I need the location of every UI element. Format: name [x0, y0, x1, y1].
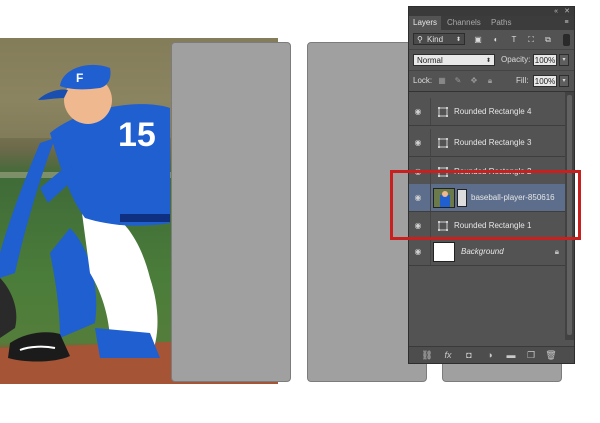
divider — [430, 129, 431, 156]
svg-text:15: 15 — [118, 116, 156, 154]
fill-label: Fill: — [516, 76, 529, 85]
blend-mode-select[interactable]: Normal ⬍ — [413, 54, 495, 66]
highlight-annotation — [390, 170, 581, 240]
close-panel-icon[interactable]: ✕ — [564, 7, 570, 16]
tab-channels[interactable]: Channels — [443, 16, 485, 30]
filter-row: ⚲ Kind ⬍ ▣ ◐ T ⛶ ⧉ — [409, 30, 574, 50]
layer-name: Rounded Rectangle 4 — [454, 107, 532, 116]
lock-label: Lock: — [413, 76, 433, 85]
layer-row[interactable]: ◉ Background 🔒︎ — [409, 238, 565, 266]
adjustment-layer-icon[interactable]: ◑ — [484, 349, 496, 361]
search-icon: ⚲ — [417, 35, 423, 44]
image-filter-icon[interactable]: ▣ — [473, 35, 483, 45]
lock-all-icon[interactable]: 🔒︎ — [485, 75, 495, 87]
shape-layer-icon — [438, 138, 448, 148]
filter-toggle[interactable] — [563, 34, 570, 46]
divider — [430, 238, 431, 265]
shape-layer-icon — [438, 107, 448, 117]
layer-row[interactable]: ◉ Rounded Rectangle 4 — [409, 98, 565, 126]
panel-title-bar[interactable]: « ✕ — [409, 7, 574, 16]
link-layers-icon[interactable]: ⛓ — [421, 349, 433, 361]
filter-kind-label: Kind — [427, 35, 444, 44]
blend-row: Normal ⬍ Opacity: 100% ▾ — [409, 50, 574, 71]
new-layer-icon[interactable]: ❐ — [525, 349, 537, 361]
lock-icon: 🔒︎ — [554, 247, 559, 256]
panel-tabs: Layers Channels Paths ≡ — [409, 16, 574, 30]
lock-pixels-icon[interactable]: ✎ — [453, 75, 463, 87]
lock-row: Lock: ▦ ✎ ✥ 🔒︎ Fill: 100% ▾ — [409, 71, 574, 92]
opacity-dropdown-icon[interactable]: ▾ — [559, 54, 569, 66]
rounded-rectangle-1 — [171, 42, 291, 382]
svg-text:F: F — [76, 71, 83, 85]
collapse-panel-icon[interactable]: « — [554, 7, 558, 16]
layer-name: Rounded Rectangle 3 — [454, 138, 532, 147]
smart-object-filter-icon[interactable]: ⧉ — [543, 35, 553, 45]
opacity-label: Opacity: — [501, 55, 531, 64]
visibility-eye-icon[interactable]: ◉ — [413, 247, 423, 257]
layer-mask-icon[interactable]: ◘ — [463, 349, 475, 361]
blend-mode-value: Normal — [417, 56, 443, 65]
visibility-eye-icon[interactable]: ◉ — [413, 107, 423, 117]
type-filter-icon[interactable]: T — [509, 35, 519, 45]
lock-position-icon[interactable]: ✥ — [469, 75, 479, 87]
lock-transparent-icon[interactable]: ▦ — [437, 75, 447, 87]
adjustment-filter-icon[interactable]: ◐ — [491, 35, 501, 45]
chevron-updown-icon: ⬍ — [485, 58, 491, 64]
layer-row[interactable]: ◉ Rounded Rectangle 3 — [409, 129, 565, 157]
new-group-icon[interactable]: ▬ — [505, 349, 517, 361]
fill-dropdown-icon[interactable]: ▾ — [559, 75, 569, 87]
delete-layer-icon[interactable]: 🗑︎ — [545, 349, 557, 361]
fill-input[interactable]: 100% — [533, 75, 557, 87]
layer-name: Background — [461, 247, 504, 256]
tab-paths[interactable]: Paths — [487, 16, 515, 30]
fx-icon[interactable]: fx — [442, 349, 454, 361]
panel-bottom-bar: ⛓ fx ◘ ◑ ▬ ❐ 🗑︎ — [409, 346, 574, 363]
opacity-input[interactable]: 100% — [533, 54, 557, 66]
chevron-updown-icon: ⬍ — [455, 37, 461, 43]
background-thumbnail — [433, 242, 455, 262]
divider — [430, 98, 431, 125]
shape-filter-icon[interactable]: ⛶ — [526, 35, 536, 45]
filter-kind-select[interactable]: ⚲ Kind ⬍ — [413, 33, 465, 45]
panel-menu-icon[interactable]: ≡ — [562, 19, 571, 27]
visibility-eye-icon[interactable]: ◉ — [413, 138, 423, 148]
tab-layers[interactable]: Layers — [409, 16, 442, 30]
